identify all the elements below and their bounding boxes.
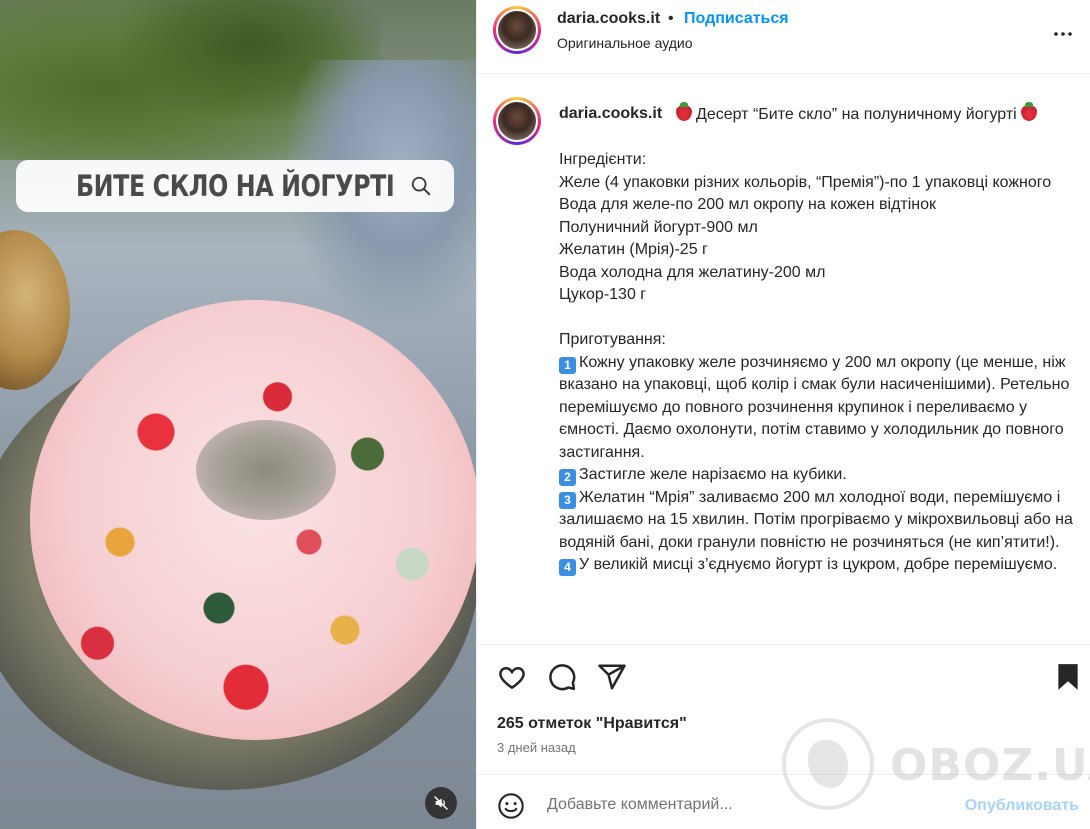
step-item: 2 Застигле желе нарізаємо на кубики. (559, 464, 1079, 487)
step-item: 3 Желатин “Мрія” заливаємо 200 мл холодно… (559, 488, 1073, 551)
post-caption: daria.cooks.it Десерт “Бите скло” на пол… (477, 75, 1090, 643)
post-media[interactable]: БИТЕ СКЛО НА ЙОГУРТІ (0, 0, 476, 829)
caption-headline: Десерт “Бите скло” на полуничному йогурт… (672, 102, 1041, 124)
comment-input[interactable] (547, 791, 947, 819)
ingredient-item: Желе (4 упаковки різних кольорів, “Премі… (559, 173, 1052, 191)
audio-label[interactable]: Оригинальное аудио (557, 35, 693, 51)
step-item: 4У великій мисці з’єднуємо йогурт із цук… (559, 554, 1079, 577)
bookmark-icon[interactable] (1055, 662, 1081, 692)
comment-box: Опубликовать (477, 774, 1090, 829)
search-icon (411, 176, 431, 196)
author-username[interactable]: daria.cooks.it (557, 10, 660, 28)
step-item: 1 Кожну упаковку желе розчиняємо у 200 мл… (559, 353, 1070, 461)
ingredient-item: Полуничний йогурт-900 мл (559, 218, 758, 236)
ingredient-item: Желатин (Мрія)-25 г (559, 241, 708, 258)
ingredient-item: Вода холодна для желатину-200 мл (559, 263, 826, 281)
media-overlay-title: БИТЕ СКЛО НА ЙОГУРТІ (75, 169, 395, 203)
share-icon[interactable] (597, 662, 627, 692)
post-header: daria.cooks.it • Подписаться Оригинально… (477, 0, 1090, 74)
post-panel: daria.cooks.it • Подписаться Оригинально… (476, 0, 1090, 829)
background-pinecone (0, 230, 70, 390)
media-title-overlay: БИТЕ СКЛО НА ЙОГУРТІ (16, 160, 454, 212)
avatar[interactable] (493, 6, 541, 54)
caption-avatar[interactable] (493, 97, 541, 145)
caption-body: Інгредієнти: Желе (4 упаковки різних кол… (559, 149, 1079, 577)
jelly-cake (30, 300, 476, 740)
heart-icon[interactable] (497, 662, 527, 692)
follow-button[interactable]: Подписаться (684, 10, 789, 28)
likes-count[interactable]: 265 отметок "Нравится" (497, 715, 687, 733)
post-timestamp[interactable]: 3 дней назад (497, 740, 576, 755)
strawberry-icon (676, 102, 692, 121)
more-icon[interactable] (1051, 22, 1075, 46)
steps-title: Приготування: (559, 331, 666, 348)
number-1-icon: 1 (559, 356, 576, 374)
comment-icon[interactable] (547, 662, 577, 692)
number-4-icon: 4 (559, 559, 576, 576)
caption-username[interactable]: daria.cooks.it (559, 105, 662, 123)
number-2-icon: 2 (559, 469, 576, 486)
separator-dot: • (668, 10, 674, 27)
ingredient-item: Цукор-130 г (559, 286, 647, 303)
ingredients-title: Інгредієнти: (559, 151, 647, 168)
smile-icon[interactable] (497, 792, 525, 820)
strawberry-icon (1020, 102, 1037, 121)
number-3-icon: 3 (559, 491, 576, 509)
publish-button[interactable]: Опубликовать (965, 797, 1079, 815)
mute-button[interactable] (425, 787, 457, 819)
post-actions: 265 отметок "Нравится" 3 дней назад (477, 644, 1090, 774)
ingredient-item: Вода для желе-по 200 мл окропу на кожен … (559, 196, 937, 213)
mute-icon (434, 796, 448, 810)
cake-center-hole (196, 420, 336, 520)
